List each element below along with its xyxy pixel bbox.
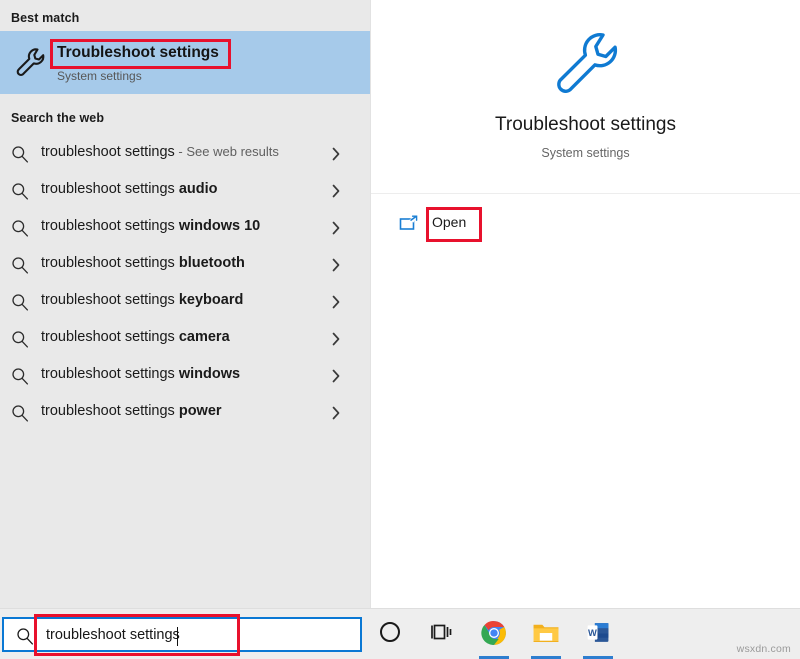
web-result-query: troubleshoot settings [41,366,179,382]
chevron-right-icon[interactable] [330,332,342,346]
web-result-item[interactable]: troubleshoot settings windows [0,358,370,395]
web-result-label: troubleshoot settings audio [41,181,218,197]
search-icon [11,330,29,348]
web-result-label: troubleshoot settings windows 10 [41,218,260,234]
taskbar-button-cortana[interactable] [366,609,414,659]
web-result-item[interactable]: troubleshoot settings keyboard [0,284,370,321]
best-match-subtitle: System settings [57,69,142,83]
taskbar-button-word[interactable]: W [574,609,622,659]
chevron-right-icon[interactable] [330,406,342,420]
best-match-result[interactable]: Troubleshoot settings System settings [0,31,370,94]
web-result-query: troubleshoot settings [41,144,175,160]
web-result-item[interactable]: troubleshoot settings camera [0,321,370,358]
web-result-suffix: bluetooth [178,255,245,271]
word-icon: W [586,620,611,650]
chevron-right-icon[interactable] [330,295,342,309]
wrench-icon [13,45,47,79]
web-result-item[interactable]: troubleshoot settings audio [0,173,370,210]
preview-divider [371,193,800,194]
web-result-item[interactable]: troubleshoot settings - See web results [0,136,370,173]
preview-subtitle: System settings [541,146,630,160]
chrome-icon [481,620,507,651]
search-icon [11,219,29,237]
search-results-pane: Best match Troubleshoot settings System … [0,0,370,608]
preview-title: Troubleshoot settings [495,114,676,135]
web-result-suffix: windows [178,366,241,382]
chevron-right-icon[interactable] [330,258,342,272]
svg-text:W: W [588,628,597,638]
search-the-web-header: Search the web [11,111,105,125]
taskbar-button-file-explorer[interactable] [522,609,570,659]
web-result-item[interactable]: troubleshoot settings power [0,395,370,432]
chevron-right-icon[interactable] [330,221,342,235]
search-icon [11,404,29,422]
web-result-item[interactable]: troubleshoot settings bluetooth [0,247,370,284]
web-result-label: troubleshoot settings camera [41,329,230,345]
web-result-label: troubleshoot settings keyboard [41,292,243,308]
web-result-item[interactable]: troubleshoot settings windows 10 [0,210,370,247]
web-result-suffix: audio [178,181,218,197]
web-result-suffix: power [178,403,222,419]
web-result-query: troubleshoot settings [41,255,179,271]
web-result-suffix: - See web results [174,144,279,159]
search-icon [11,256,29,274]
search-icon [11,145,29,163]
text-caret [177,627,178,646]
web-result-query: troubleshoot settings [41,403,179,419]
web-result-suffix: keyboard [178,292,244,308]
circle-icon [378,620,402,649]
open-action-row[interactable]: Open [371,205,800,249]
search-icon [11,182,29,200]
search-input-value: troubleshoot settings [46,627,180,643]
web-result-query: troubleshoot settings [41,218,179,234]
web-result-label: troubleshoot settings windows [41,366,240,382]
web-result-suffix: camera [178,329,230,345]
web-result-query: troubleshoot settings [41,329,179,345]
folder-icon [533,620,560,650]
preview-pane: Troubleshoot settings System settings Op… [370,0,800,608]
search-icon [16,627,34,645]
open-action-label: Open [432,214,467,230]
wrench-icon [549,26,623,100]
search-icon [11,367,29,385]
watermark: wsxdn.com [736,643,791,655]
taskbar: troubleshoot settings W wsxdn.com [0,608,800,659]
chevron-right-icon[interactable] [330,369,342,383]
web-result-query: troubleshoot settings [41,181,179,197]
web-result-label: troubleshoot settings power [41,403,222,419]
web-result-label: troubleshoot settings bluetooth [41,255,245,271]
chevron-right-icon[interactable] [330,184,342,198]
web-result-label: troubleshoot settings - See web results [41,144,279,160]
best-match-title: Troubleshoot settings [57,44,219,61]
web-result-query: troubleshoot settings [41,292,179,308]
web-result-suffix: windows 10 [178,218,261,234]
taskbar-button-task-view[interactable] [418,609,466,659]
chevron-right-icon[interactable] [330,147,342,161]
best-match-header: Best match [11,11,80,25]
taskbar-button-chrome[interactable] [470,609,518,659]
taskbar-search-input[interactable]: troubleshoot settings [2,617,362,652]
task-view-icon [430,620,454,649]
search-icon [11,293,29,311]
search-flyout-screenshot: Best match Troubleshoot settings System … [0,0,800,659]
open-external-icon [399,214,419,234]
